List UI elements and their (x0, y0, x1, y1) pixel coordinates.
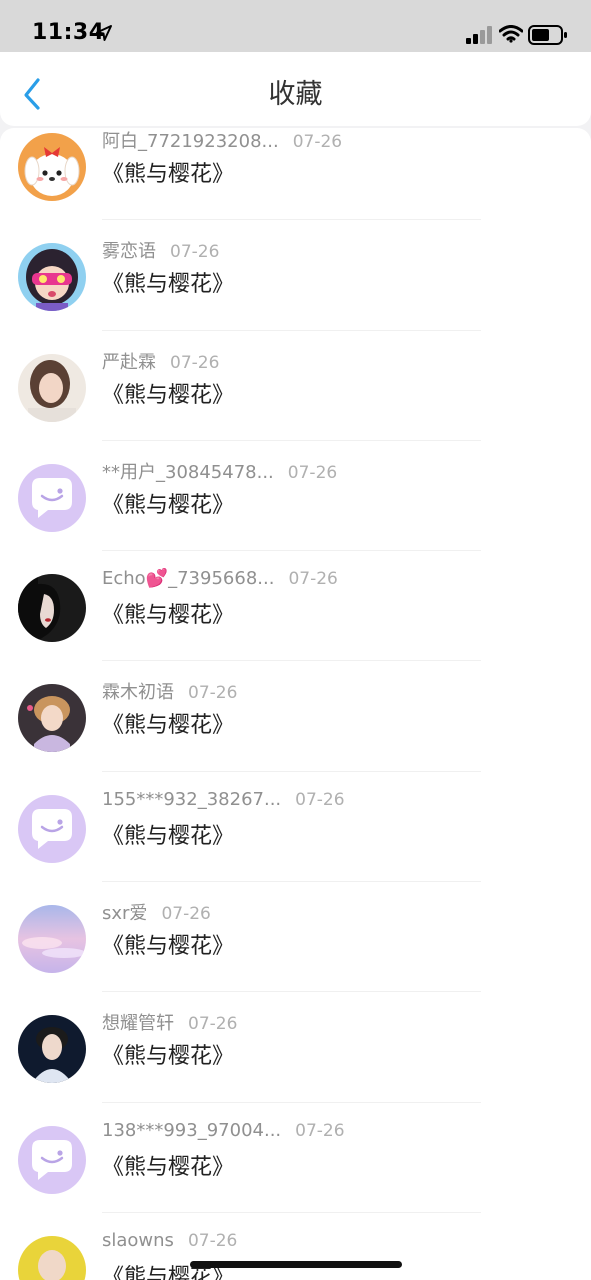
user-name: 雾恋语 (102, 241, 156, 263)
user-name: slaowns (102, 1229, 174, 1251)
list-item[interactable]: 雾恋语 07-26 《熊与樱花》 (0, 220, 591, 331)
favorite-date: 07-26 (295, 789, 345, 810)
user-name: 霖木初语 (102, 682, 174, 704)
user-name: 阿白_7721923208... (102, 131, 279, 152)
location-arrow-icon (96, 25, 112, 41)
status-bar: 11:34 (0, 0, 591, 52)
list-item[interactable]: 严赴霖 07-26 《熊与樱花》 (0, 331, 591, 441)
item-meta: 155***932_38267... 07-26 (102, 789, 345, 810)
item-meta: sxr爱 07-26 (102, 899, 211, 925)
favorite-date: 07-26 (170, 352, 220, 373)
nav-bar: 收藏 (0, 52, 591, 126)
item-meta: 阿白_7721923208... 07-26 (102, 128, 342, 153)
avatar (18, 1125, 86, 1194)
avatar (18, 794, 86, 863)
photo-girl-hat-avatar-icon (18, 684, 86, 753)
work-title: 《熊与樱花》 (102, 272, 235, 298)
item-meta: slaowns 07-26 (102, 1230, 237, 1251)
item-meta: 雾恋语 07-26 (102, 237, 219, 263)
work-title: 《熊与樱花》 (102, 934, 235, 960)
work-title: 《熊与樱花》 (102, 713, 235, 739)
avatar (18, 243, 86, 312)
avatar (18, 574, 86, 643)
list-item[interactable]: Echo💕_7395668... 07-26 《熊与樱花》 (0, 551, 591, 662)
favorite-date: 07-26 (292, 132, 343, 152)
favorite-date: 07-26 (187, 1230, 238, 1251)
default-chat-avatar-icon (18, 794, 86, 863)
item-meta: 霖木初语 07-26 (102, 678, 237, 704)
page-title: 收藏 (268, 79, 323, 110)
favorite-date: 07-26 (288, 569, 338, 590)
photo-dark-profile-avatar-icon (18, 574, 86, 643)
home-indicator[interactable] (190, 1261, 402, 1268)
item-meta: 严赴霖 07-26 (102, 348, 219, 374)
user-name: 严赴霖 (102, 351, 156, 373)
favorite-date: 07-26 (188, 1014, 238, 1035)
cellular-signal-icon (466, 26, 492, 44)
status-time: 11:34 (32, 20, 105, 45)
list-item[interactable]: 想耀管轩 07-26 《熊与樱花》 (0, 992, 591, 1103)
pastel-sky-avatar-icon (18, 905, 86, 974)
list-item[interactable]: 霖木初语 07-26 《熊与樱花》 (0, 661, 591, 772)
favorite-date: 07-26 (161, 904, 211, 925)
work-title: 《熊与樱花》 (102, 162, 235, 187)
favorites-list: 阿白_7721923208... 07-26 《熊与樱花》 雾恋语 07-26 … (0, 128, 591, 1280)
item-meta: Echo💕_7395668... 07-26 (102, 568, 338, 589)
user-name: **用户_30845478... (102, 461, 274, 483)
wifi-icon (499, 25, 523, 43)
work-title: 《熊与樱花》 (102, 1154, 235, 1180)
avatar (18, 353, 86, 422)
work-title: 《熊与樱花》 (102, 823, 235, 849)
default-chat-avatar-icon (18, 463, 86, 532)
girl-glasses-avatar-icon (18, 243, 86, 312)
list-item[interactable]: **用户_30845478... 07-26 《熊与樱花》 (0, 441, 591, 552)
photo-girl-avatar-icon (18, 353, 86, 422)
item-meta: 想耀管轩 07-26 (102, 1009, 237, 1035)
list-item[interactable]: 155***932_38267... 07-26 《熊与樱花》 (0, 772, 591, 883)
favorite-date: 07-26 (287, 462, 338, 483)
photo-boy-avatar-icon (18, 1015, 86, 1084)
puppy-avatar-icon (18, 133, 86, 201)
avatar (18, 684, 86, 753)
user-name: 138***993_97004... (102, 1119, 282, 1141)
avatar (18, 1015, 86, 1084)
battery-icon (528, 25, 567, 45)
work-title: 《熊与樱花》 (102, 382, 235, 408)
default-chat-avatar-icon (18, 1125, 86, 1194)
list-item[interactable]: sxr爱 07-26 《熊与樱花》 (0, 882, 591, 993)
avatar (18, 463, 86, 532)
favorite-date: 07-26 (295, 1120, 345, 1141)
user-name: sxr爱 (102, 903, 148, 925)
avatar (18, 133, 86, 201)
list-item[interactable]: 阿白_7721923208... 07-26 《熊与樱花》 (0, 128, 591, 221)
list-item[interactable]: 138***993_97004... 07-26 《熊与樱花》 (0, 1103, 591, 1213)
photo-yellow-avatar-icon (18, 1235, 86, 1280)
work-title: 《熊与樱花》 (102, 603, 235, 629)
item-meta: **用户_30845478... 07-26 (102, 458, 337, 484)
favorite-date: 07-26 (170, 242, 220, 263)
favorite-date: 07-26 (188, 683, 238, 704)
work-title: 《熊与樱花》 (102, 492, 235, 518)
user-name: Echo💕_7395668... (102, 568, 275, 590)
item-meta: 138***993_97004... 07-26 (102, 1120, 345, 1141)
avatar (18, 1235, 86, 1280)
work-title: 《熊与樱花》 (102, 1044, 235, 1070)
user-name: 想耀管轩 (102, 1013, 174, 1035)
list-item[interactable]: slaowns 07-26 《熊与樱花》 (0, 1213, 591, 1280)
user-name: 155***932_38267... (102, 788, 282, 810)
avatar (18, 905, 86, 974)
